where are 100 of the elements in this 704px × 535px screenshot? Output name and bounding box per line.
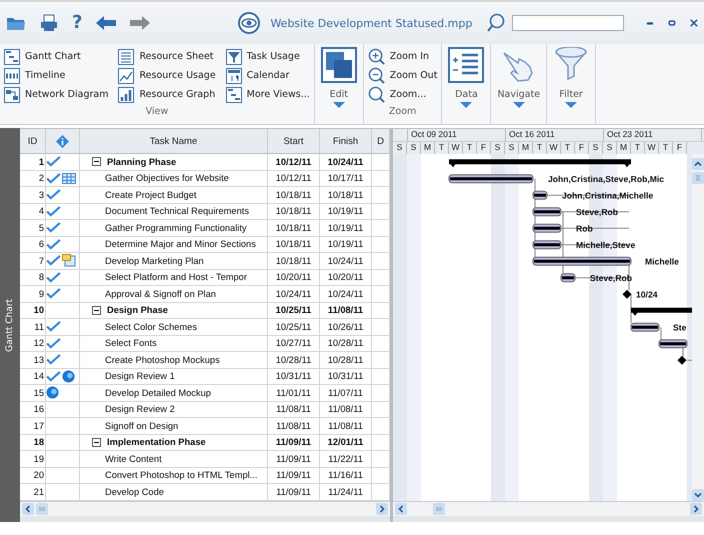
start-cell: 10/18/11 (268, 253, 320, 270)
resource-label: John,Cristina,Steve,Rob,Mic (548, 174, 664, 184)
table-cell (372, 468, 390, 484)
view-button[interactable]: Task Usage (224, 47, 312, 66)
id-cell: 3 (20, 187, 46, 204)
search-icon[interactable] (486, 13, 506, 33)
scroll-thumb-icon[interactable] (692, 172, 704, 184)
network-icon (4, 86, 20, 102)
finish-cell: 10/18/11 (320, 187, 372, 204)
view-button[interactable]: Timeline (2, 66, 110, 85)
task-name: Convert Photoshop to HTML Templ... (105, 470, 258, 480)
table-cell (372, 319, 390, 336)
week-header: Oct 09 2011 (408, 129, 506, 141)
id-cell: 10 (20, 302, 46, 319)
scroll-up-icon[interactable] (692, 158, 704, 170)
task-name: Create Photoshop Mockups (105, 354, 220, 365)
table-cell (372, 451, 390, 468)
ribbon-button[interactable]: Navigate (491, 44, 548, 124)
task-name: Design Review 1 (105, 371, 175, 382)
caret-icon (332, 102, 345, 108)
line-chart-icon (118, 68, 134, 84)
search-field[interactable] (512, 15, 624, 31)
collapse-toggle-icon[interactable] (92, 306, 101, 315)
task-bar (532, 207, 562, 216)
ribbon-button[interactable]: Edit (314, 44, 364, 124)
scroll-thumb-icon[interactable] (433, 503, 445, 515)
task-name: Develop Code (105, 486, 164, 497)
funnel-icon (553, 47, 590, 83)
table-cell (372, 286, 390, 302)
scroll-thumb-icon[interactable] (36, 503, 48, 515)
back-arrow-icon[interactable] (96, 16, 116, 30)
collapse-toggle-icon[interactable] (92, 157, 101, 166)
task-name: Select Platform and Host - Tempor (105, 272, 247, 282)
group-label: View (144, 106, 170, 117)
scroll-right-icon[interactable] (376, 503, 388, 515)
task-bar (532, 240, 562, 250)
zoom-button[interactable]: Zoom Out (366, 66, 440, 85)
start-cell: 11/09/11 (268, 451, 320, 468)
scroll-left-icon[interactable] (22, 503, 34, 515)
start-cell: 11/08/11 (268, 402, 320, 418)
view-button[interactable]: Gantt Chart (2, 47, 110, 66)
view-button[interactable]: More Views... (224, 85, 312, 104)
timeline-icon (4, 68, 20, 84)
ribbon-button[interactable]: Filter (547, 44, 596, 124)
finish-cell: 12/01/11 (320, 434, 372, 451)
view-button[interactable]: Calendar (224, 66, 312, 85)
table-cell (372, 302, 390, 319)
help-icon[interactable]: ? (72, 14, 82, 32)
ribbon-button[interactable]: Data (442, 44, 492, 124)
table-cell (372, 154, 390, 170)
view-button[interactable]: Resource Graph (116, 85, 218, 104)
finish-cell: 11/16/11 (320, 468, 372, 484)
task-name: Gather Objectives for Website (105, 173, 229, 184)
finish-cell: 10/24/11 (320, 286, 372, 302)
horizontal-scrollbar[interactable] (393, 501, 704, 516)
finish-cell: 10/31/11 (320, 368, 372, 385)
restore-icon[interactable] (668, 18, 676, 28)
start-cell: 11/09/11 (268, 468, 320, 484)
caret-icon (460, 102, 472, 108)
collapse-toggle-icon[interactable] (92, 438, 101, 447)
view-button[interactable]: Resource Usage (116, 66, 218, 85)
table-cell (372, 434, 390, 451)
close-icon[interactable] (690, 18, 698, 28)
table-cell (372, 204, 390, 220)
forward-arrow-icon[interactable] (130, 16, 150, 30)
id-cell: 12 (20, 336, 46, 352)
id-cell: 8 (20, 270, 46, 286)
finish-cell: 11/08/11 (320, 402, 372, 418)
id-cell: 13 (20, 352, 46, 368)
view-button[interactable]: Resource Sheet (116, 47, 218, 66)
table-cell (372, 336, 390, 352)
table-cell (372, 385, 390, 402)
resource-label: John,Cristina,Michelle (562, 190, 654, 200)
task-bar (560, 273, 576, 282)
printer-icon[interactable] (40, 14, 58, 32)
task-bar (658, 339, 688, 348)
resource-label: Rob (576, 223, 593, 234)
horizontal-scrollbar[interactable] (20, 501, 390, 516)
start-cell: 10/20/11 (268, 270, 320, 286)
view-button[interactable]: Network Diagram (2, 85, 110, 104)
eye-icon (238, 12, 260, 34)
finish-cell: 10/26/11 (320, 319, 372, 336)
caret-icon (512, 102, 525, 108)
scroll-down-icon[interactable] (692, 489, 704, 501)
zoom-button[interactable]: Zoom In (366, 47, 440, 66)
folder-icon[interactable] (6, 15, 26, 31)
vertical-scrollbar[interactable] (692, 154, 704, 501)
scroll-left-icon[interactable] (395, 503, 407, 515)
task-bar (630, 322, 660, 332)
finish-cell: 10/24/11 (320, 253, 372, 270)
table-cell (372, 253, 390, 270)
finish-cell: 10/19/11 (320, 236, 372, 253)
task-name: Develop Marketing Plan (105, 256, 204, 266)
week-header: Oct 16 2011 (506, 129, 604, 141)
resource-label: 10/24 (636, 289, 658, 300)
task-name: Signoff on Design (105, 420, 178, 431)
scroll-right-icon[interactable] (690, 503, 702, 515)
id-cell: 19 (20, 451, 46, 468)
task-name: Create Project Budget (105, 190, 196, 200)
zoom-button[interactable]: Zoom... (366, 85, 440, 104)
